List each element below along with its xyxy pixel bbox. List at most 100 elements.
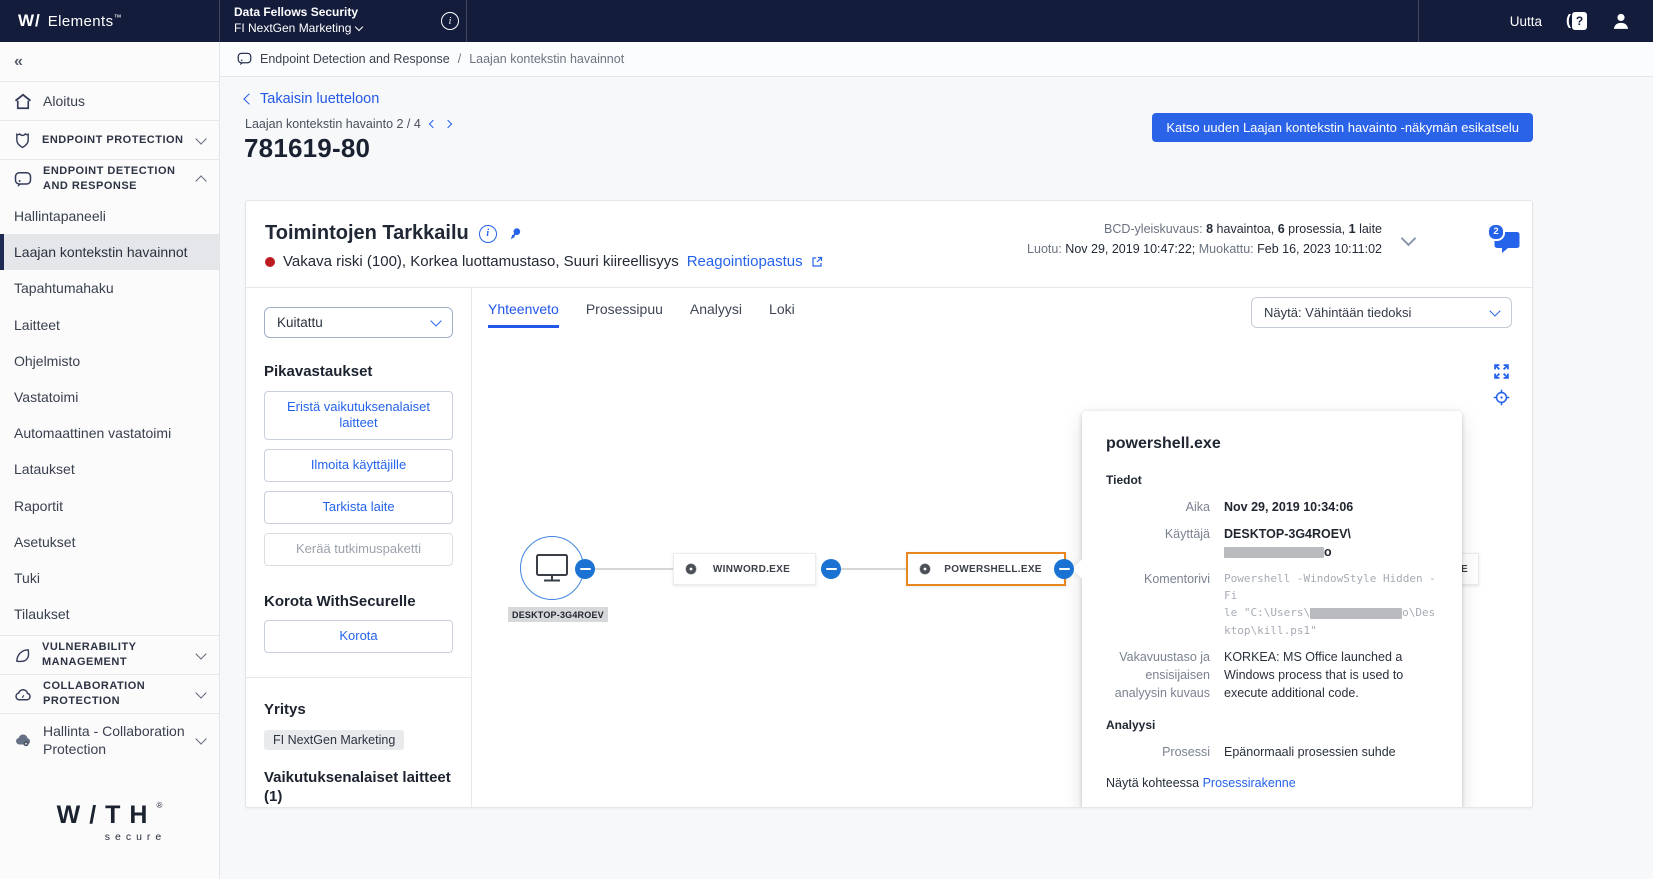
sidebar-section-mgmt-collaboration-protection[interactable]: Hallinta - Collaboration Protection (0, 714, 219, 766)
brand-name: Elements (48, 13, 114, 30)
actions-panel: Kuitattu Pikavastaukset Eristä vaikutuks… (246, 288, 472, 807)
company-title: Yritys (264, 700, 453, 720)
process-node-winword[interactable]: WINWORD.EXE (673, 553, 816, 585)
process-value: Epänormaali prosessien suhde (1224, 743, 1438, 761)
comments-button[interactable]: 2 (1494, 231, 1520, 253)
user-account-icon[interactable] (1611, 11, 1631, 31)
company-tag: FI NextGen Marketing (264, 730, 404, 750)
status-select[interactable]: Kuitattu (264, 307, 453, 338)
severity-dot (265, 257, 275, 267)
chevron-down-icon (195, 733, 206, 744)
quick-responses-title: Pikavastaukset (264, 362, 453, 382)
time-label: Aika (1106, 498, 1210, 516)
whats-new-link[interactable]: Uutta (1510, 14, 1542, 29)
response-guidance-link[interactable]: Reagointiopastus (687, 253, 803, 270)
withsecure-logo: W/TH® secure (0, 801, 219, 843)
locate-target-icon[interactable] (1493, 389, 1510, 406)
top-bar: W/ Elements™ Data Fellows Security FI Ne… (0, 0, 1653, 42)
detection-info-icon[interactable]: i (479, 225, 497, 243)
main-content: Takaisin luetteloon Laajan kontekstin ha… (220, 77, 1653, 879)
tab-prosessipuu[interactable]: Prosessipuu (586, 301, 663, 328)
cloud-icon (14, 687, 32, 702)
sidebar-item-tapahtumahaku[interactable]: Tapahtumahaku (0, 270, 219, 306)
process-structure-link[interactable]: Prosessirakenne (1203, 776, 1296, 790)
pager-label: Laajan kontekstin havainto 2 / 4 (245, 117, 421, 131)
preview-new-view-button[interactable]: Katso uuden Laajan kontekstin havainto -… (1152, 113, 1533, 142)
sidebar-item-tuki[interactable]: Tuki (0, 560, 219, 596)
external-link-icon (811, 256, 823, 268)
process-node-powershell[interactable]: POWERSHELL.EXE (906, 552, 1066, 586)
sidebar: « Aloitus ENDPOINT PROTECTION ENDPOINT D… (0, 42, 220, 879)
command-line-label: Komentorivi (1106, 570, 1210, 638)
severity-text: Vakava riski (100), Korkea luottamustaso… (283, 253, 679, 270)
sidebar-item-laitteet[interactable]: Laitteet (0, 307, 219, 343)
sidebar-item-asetukset[interactable]: Asetukset (0, 524, 219, 560)
trademark-symbol: ™ (114, 13, 122, 22)
org-info-icon[interactable]: i (441, 12, 459, 30)
redaction-block (1224, 547, 1324, 558)
edr-bubble-icon (237, 52, 252, 66)
user-label: Käyttäjä (1106, 525, 1210, 561)
sidebar-item-raportit[interactable]: Raportit (0, 488, 219, 524)
isolate-devices-button[interactable]: Eristä vaikutuksenalaiset laitteet (264, 391, 453, 441)
sidebar-item-ohjelmisto[interactable]: Ohjelmisto (0, 343, 219, 379)
sidebar-section-edr[interactable]: ENDPOINT DETECTION AND RESPONSE (0, 160, 219, 198)
tab-loki[interactable]: Loki (769, 301, 795, 328)
comments-count-badge: 2 (1487, 223, 1505, 241)
elements-logo: W/ Elements™ (0, 0, 220, 42)
device-node-label[interactable]: DESKTOP-3G4ROEV (508, 607, 608, 622)
sidebar-item-hallintapaneeli[interactable]: Hallintapaneeli (0, 198, 219, 234)
back-to-list-link[interactable]: Takaisin luetteloon (245, 91, 379, 107)
process-cog-icon (918, 562, 932, 576)
status-select-value: Kuitattu (277, 315, 323, 330)
chevron-down-icon (1489, 305, 1500, 316)
popup-title: powershell.exe (1106, 435, 1438, 453)
sidebar-section-endpoint-protection[interactable]: ENDPOINT PROTECTION (0, 121, 219, 160)
process-detail-popup: powershell.exe Tiedot Aika Nov 29, 2019 … (1082, 411, 1462, 807)
notify-users-button[interactable]: Ilmoita käyttäjille (264, 449, 453, 482)
chevron-left-icon (243, 93, 254, 104)
help-icon[interactable]: ( ? (1566, 12, 1587, 30)
tab-yhteenveto[interactable]: Yhteenveto (488, 301, 559, 328)
sidebar-section-collaboration-protection[interactable]: COLLABORATION PROTECTION (0, 675, 219, 714)
show-filter-select[interactable]: Näytä: Vähintään tiedoksi (1251, 297, 1512, 328)
sidebar-section-vulnerability-management[interactable]: VULNERABILITY MANAGEMENT (0, 635, 219, 675)
sidebar-collapse-button[interactable]: « (0, 42, 219, 82)
tab-analyysi[interactable]: Analyysi (690, 301, 742, 328)
collapse-node-button[interactable] (821, 559, 841, 579)
bcd-expand-chevron[interactable] (1403, 231, 1414, 249)
sidebar-item-lataukset[interactable]: Lataukset (0, 451, 219, 487)
shield-icon (14, 131, 31, 149)
escalate-title: Korota WithSecurelle (264, 592, 453, 612)
pager-next-button[interactable] (445, 121, 451, 127)
detection-title: Toimintojen Tarkkailu (265, 222, 469, 245)
breadcrumb-current: Laajan kontekstin havainnot (469, 52, 624, 66)
section-label: Hallinta - Collaboration Protection (43, 722, 186, 758)
escalate-button[interactable]: Korota (264, 620, 453, 653)
chevron-down-icon (355, 23, 363, 31)
sidebar-item-vastatoimi[interactable]: Vastatoimi (0, 379, 219, 415)
edge-device-winword (585, 568, 673, 570)
detection-pane: Yhteenveto Prosessipuu Analyysi Loki Näy… (472, 288, 1532, 807)
bcd-summary: BCD-yleiskuvaus: 8 havaintoa, 6 prosessi… (1027, 219, 1382, 259)
analysis-heading: Analyysi (1106, 718, 1438, 732)
sidebar-item-laajan-kontekstin-havainnot[interactable]: Laajan kontekstin havainnot (0, 234, 219, 270)
sidebar-item-automaattinen-vastatoimi[interactable]: Automaattinen vastatoimi (0, 415, 219, 451)
severity-description-label: Vakavuustaso ja ensisijaisen analyysin k… (1106, 648, 1210, 702)
command-line-value: Powershell -WindowStyle Hidden -Fi le "C… (1224, 570, 1438, 638)
card-header: Toimintojen Tarkkailu i Vakava riski (10… (246, 201, 1532, 288)
detection-pager: Laajan kontekstin havainto 2 / 4 (245, 117, 451, 131)
sidebar-item-home[interactable]: Aloitus (0, 82, 219, 121)
pin-icon[interactable] (507, 226, 523, 242)
breadcrumb-section[interactable]: Endpoint Detection and Response (260, 52, 450, 66)
organization-selector[interactable]: Data Fellows Security FI NextGen Marketi… (234, 5, 362, 36)
process-graph: DESKTOP-3G4ROEV WINWORD.EXE POWERSHELL.E… (472, 331, 1532, 807)
fullscreen-icon[interactable] (1493, 363, 1510, 380)
chevron-down-icon (195, 648, 206, 659)
collect-investigation-package-button[interactable]: Kerää tutkimuspaketti (264, 533, 453, 566)
collapse-node-button[interactable] (1054, 559, 1074, 579)
pager-prev-button[interactable] (430, 121, 436, 127)
collapse-node-button[interactable] (575, 559, 595, 579)
scan-device-button[interactable]: Tarkista laite (264, 491, 453, 524)
sidebar-item-tilaukset[interactable]: Tilaukset (0, 596, 219, 635)
